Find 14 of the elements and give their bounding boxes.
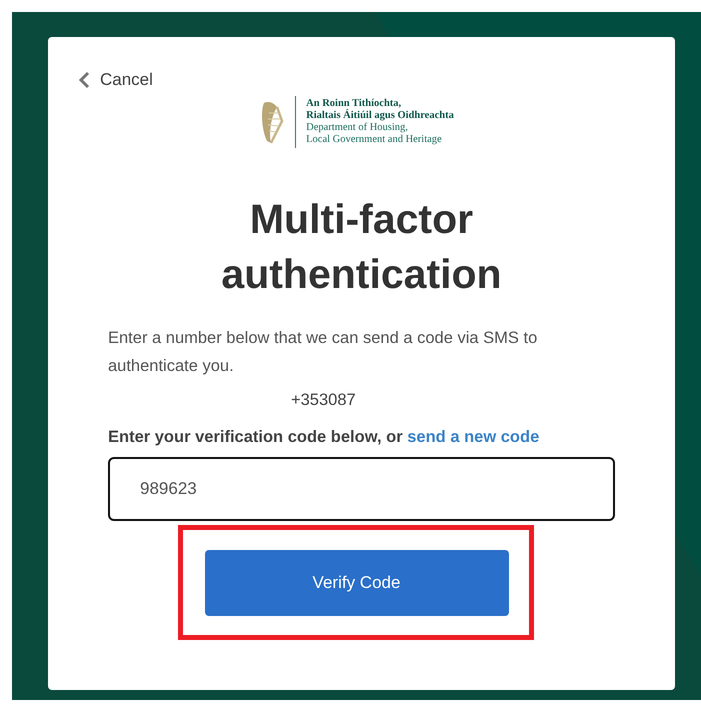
department-name: Department of Housing, — [306, 122, 409, 134]
cancel-link[interactable]: Cancel — [78, 70, 153, 90]
harp-icon — [259, 99, 286, 145]
page-title: Multi-factor authentication — [220, 195, 503, 299]
verification-prompt: Enter your verification code below, or send a new code — [108, 428, 540, 447]
send-new-code-link[interactable]: send a new code — [407, 428, 540, 446]
phone-number: +353087 — [291, 391, 356, 410]
department-name: An Roinn Tithíochta, — [306, 98, 402, 109]
department-name: Rialtais Áitiúil agus Oidhreachta — [306, 110, 454, 122]
instruction-text: Enter a number below that we can send a code via SMS to authenticate you. — [108, 328, 538, 377]
chevron-left-icon — [78, 71, 90, 89]
department-name: Local Government and Heritage — [306, 134, 443, 146]
code-input-field[interactable]: 989623 — [108, 457, 615, 521]
verify-code-button[interactable]: Verify Code — [204, 550, 508, 616]
